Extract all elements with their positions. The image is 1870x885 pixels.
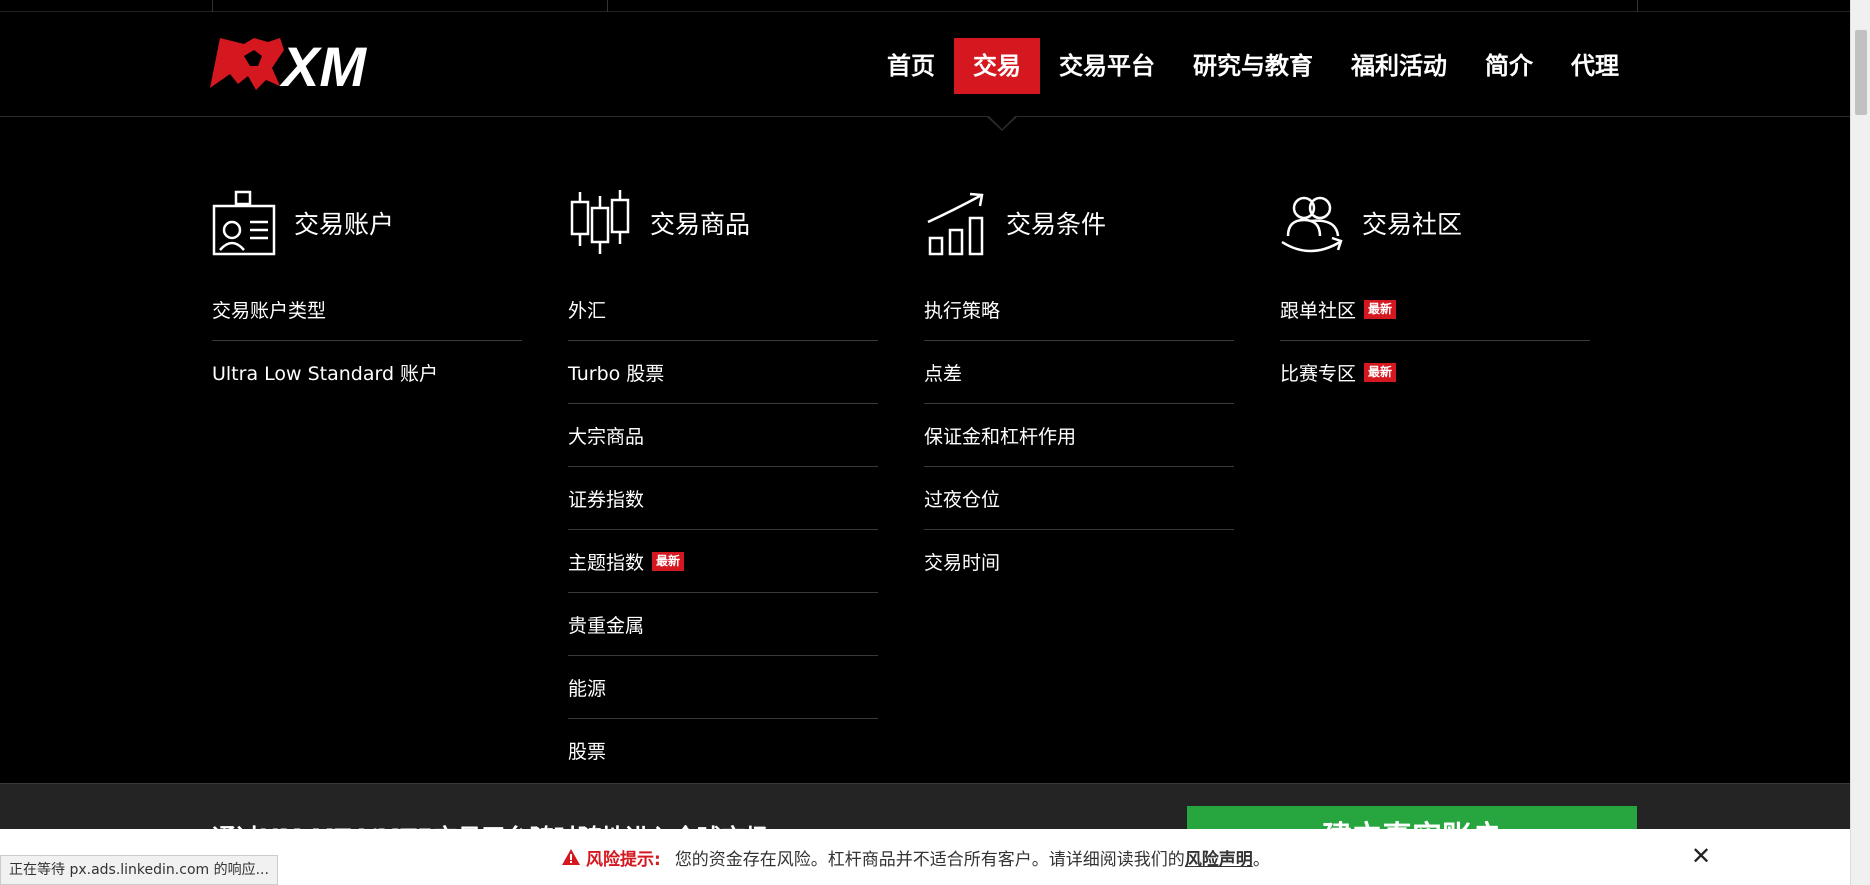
top-strip-divider xyxy=(607,0,608,12)
menu-item-label: 股票 xyxy=(568,741,607,763)
nav-item[interactable]: 首页 xyxy=(868,38,954,94)
column-header[interactable]: 交易条件 xyxy=(924,188,1234,258)
risk-title: 风险提示: xyxy=(586,849,661,870)
menu-item-label: 主题指数 xyxy=(568,551,645,574)
column-title: 交易社区 xyxy=(1362,210,1463,239)
site-header: XM 首页 交易 交易平台 研究与教育 福利活动 简介 代理 xyxy=(0,12,1850,117)
menu-item-label: 交易账户类型 xyxy=(212,299,327,322)
xm-logo[interactable]: XM xyxy=(210,35,400,98)
nav-item[interactable]: 交易 xyxy=(954,38,1040,94)
menu-column-accounts: 交易账户 交易账户类型 Ultra Low Standard 账户 xyxy=(212,188,522,404)
scrollbar-thumb[interactable] xyxy=(1855,30,1867,115)
menu-item-label: 大宗商品 xyxy=(568,425,645,448)
column-header[interactable]: 交易账户 xyxy=(212,188,522,258)
top-strip-divider xyxy=(212,0,213,12)
community-users-icon xyxy=(1281,196,1343,253)
close-icon[interactable]: ✕ xyxy=(1687,841,1715,871)
menu-item-label: 执行策略 xyxy=(924,299,1001,322)
menu-item-label: 交易时间 xyxy=(924,552,1001,574)
menu-item[interactable]: 保证金和杠杆作用 xyxy=(924,404,1234,467)
menu-item-label: 过夜仓位 xyxy=(924,488,1001,511)
logo-wordmark: XM xyxy=(279,36,367,92)
browser-status-bar: 正在等待 px.ads.linkedin.com 的响应... xyxy=(0,855,278,885)
growth-chart-icon xyxy=(927,192,984,256)
new-badge: 最新 xyxy=(1364,299,1397,319)
menu-list: 外汇 Turbo 股票 大宗商品证券指数主题指数 最新贵重金属能源股票 xyxy=(568,278,878,782)
trading-mega-menu: 交易账户 交易账户类型 Ultra Low Standard 账户 交易商品 外汇… xyxy=(0,118,1850,783)
new-badge: 最新 xyxy=(1364,363,1397,382)
column-title: 交易账户 xyxy=(294,210,395,239)
column-title: 交易商品 xyxy=(650,210,751,239)
menu-item[interactable]: Ultra Low Standard 账户 xyxy=(212,341,522,404)
menu-item-label: 能源 xyxy=(568,677,607,700)
menu-item-label: 跟单社区 xyxy=(1280,299,1357,322)
menu-item[interactable]: 贵重金属 xyxy=(568,593,878,656)
menu-item[interactable]: 点差 xyxy=(924,341,1234,404)
menu-list: 交易账户类型 Ultra Low Standard 账户 xyxy=(212,278,522,404)
risk-disclosure-link[interactable]: 风险声明 xyxy=(1185,845,1253,870)
new-badge: 最新 xyxy=(652,551,685,571)
xm-logo-icon: XM xyxy=(210,35,367,98)
menu-column-instruments: 交易商品 外汇 Turbo 股票 大宗商品证券指数主题指数 最新贵重金属能源股票 xyxy=(568,188,878,782)
menu-list: 执行策略点差保证金和杠杆作用 过夜仓位交易时间 xyxy=(924,278,1234,593)
menu-item[interactable]: 交易时间 xyxy=(924,530,1234,593)
column-title: 交易条件 xyxy=(1006,210,1107,239)
risk-text-end: 。 xyxy=(1252,849,1270,870)
risk-warning-content: 风险提示: 您的资金存在风险。杠杆商品并不适合所有客户。请详细阅读我们的 风险声… xyxy=(562,829,1270,885)
main-nav: 首页 交易 交易平台 研究与教育 福利活动 简介 代理 xyxy=(868,38,1638,94)
column-header[interactable]: 交易商品 xyxy=(568,188,878,258)
menu-item-label: Ultra Low Standard 账户 xyxy=(212,363,439,385)
menu-item[interactable]: 过夜仓位 xyxy=(924,467,1234,530)
menu-item-label: 证券指数 xyxy=(568,488,645,511)
menu-item-label: Turbo 股票 xyxy=(568,362,665,385)
menu-item[interactable]: 股票 xyxy=(568,719,878,782)
menu-list: 跟单社区 最新 比赛专区 最新 xyxy=(1280,278,1590,404)
column-header[interactable]: 交易社区 xyxy=(1280,188,1590,258)
menu-item-label: 外汇 xyxy=(568,299,607,322)
menu-item[interactable]: 外汇 xyxy=(568,278,878,341)
risk-text: 您的资金存在风险。杠杆商品并不适合所有客户。请详细阅读我们的 xyxy=(674,849,1185,870)
nav-item[interactable]: 研究与教育 xyxy=(1174,38,1332,94)
nav-item[interactable]: 简介 xyxy=(1466,38,1552,94)
menu-column-conditions: 交易条件 执行策略点差保证金和杠杆作用 过夜仓位交易时间 xyxy=(924,188,1234,593)
menu-column-community: 交易社区 跟单社区 最新 比赛专区 最新 xyxy=(1280,188,1590,404)
account-card-icon xyxy=(212,190,276,256)
menu-item[interactable]: 证券指数 xyxy=(568,467,878,530)
menu-item[interactable]: Turbo 股票 xyxy=(568,341,878,404)
menu-item[interactable]: 比赛专区 最新 xyxy=(1280,341,1590,404)
candlestick-icon xyxy=(570,190,630,254)
nav-item[interactable]: 代理 xyxy=(1552,38,1638,94)
menu-item-label: 贵重金属 xyxy=(568,614,645,637)
menu-item[interactable]: 大宗商品 xyxy=(568,404,878,467)
menu-item[interactable]: 主题指数 最新 xyxy=(568,530,878,593)
menu-item[interactable]: 交易账户类型 xyxy=(212,278,522,341)
warning-icon xyxy=(562,849,580,865)
menu-item[interactable]: 能源 xyxy=(568,656,878,719)
menu-item-label: 点差 xyxy=(924,362,963,385)
nav-item[interactable]: 福利活动 xyxy=(1332,38,1466,94)
menu-item-label: 比赛专区 xyxy=(1280,363,1357,385)
page-scrollbar[interactable] xyxy=(1850,0,1870,885)
menu-item[interactable]: 执行策略 xyxy=(924,278,1234,341)
menu-item-label: 保证金和杠杆作用 xyxy=(924,425,1077,448)
top-strip xyxy=(0,0,1850,12)
top-strip-divider xyxy=(1637,0,1638,12)
menu-item[interactable]: 跟单社区 最新 xyxy=(1280,278,1590,341)
nav-item[interactable]: 交易平台 xyxy=(1040,38,1174,94)
